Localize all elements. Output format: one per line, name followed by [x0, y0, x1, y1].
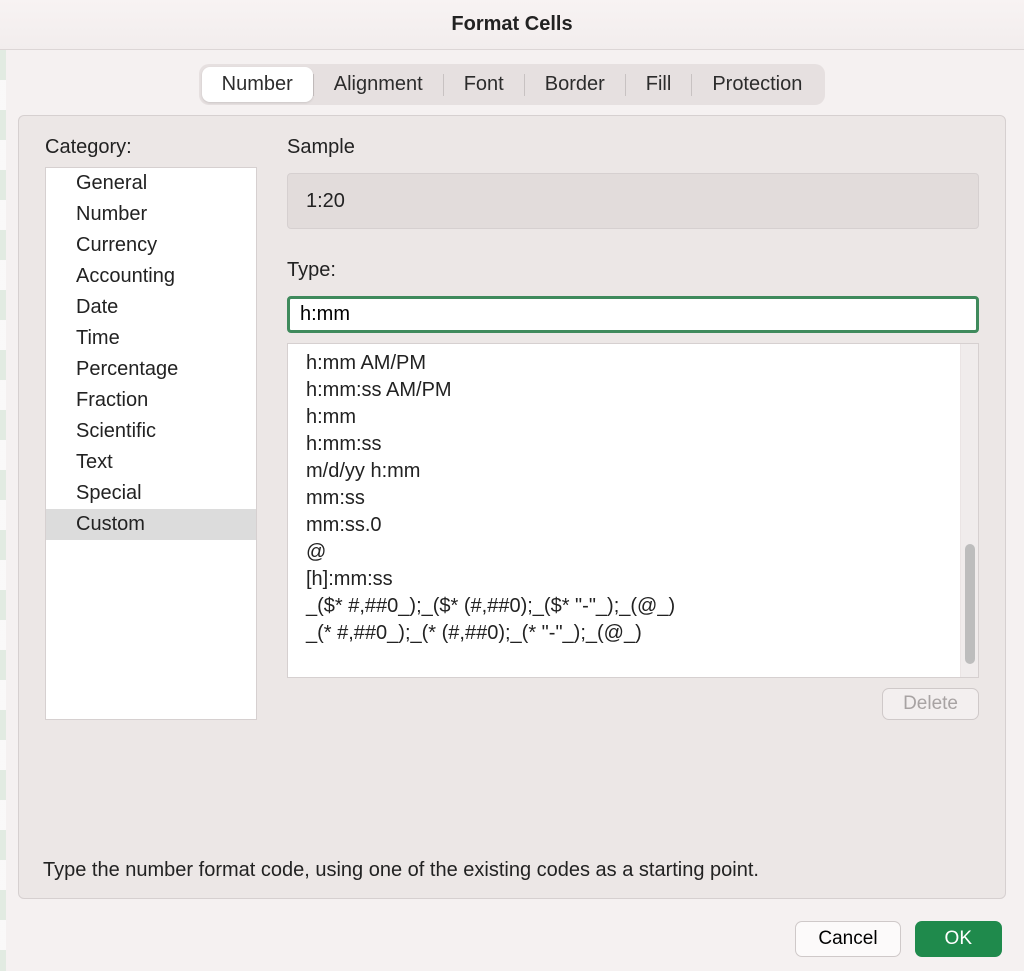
type-input-wrap	[287, 296, 979, 333]
hint-text: Type the number format code, using one o…	[43, 859, 759, 882]
category-item[interactable]: Date	[46, 292, 256, 323]
format-cells-dialog: Format Cells Number Alignment Font Borde…	[0, 0, 1024, 971]
tab-border[interactable]: Border	[525, 67, 625, 102]
dialog-title: Format Cells	[0, 0, 1024, 50]
delete-row: Delete	[287, 688, 979, 720]
format-code-item[interactable]: h:mm:ss AM/PM	[288, 377, 960, 404]
format-list-wrap: h:mm AM/PMh:mm:ss AM/PMh:mmh:mm:ssm/d/yy…	[287, 343, 979, 678]
category-item[interactable]: Accounting	[46, 261, 256, 292]
format-code-item[interactable]: h:mm AM/PM	[288, 350, 960, 377]
format-code-item[interactable]: h:mm	[288, 404, 960, 431]
format-column: Sample 1:20 Type: h:mm AM/PMh:mm:ss AM/P…	[287, 136, 979, 720]
scrollbar-thumb[interactable]	[965, 544, 975, 664]
category-item[interactable]: Special	[46, 478, 256, 509]
left-edge-decor	[0, 50, 6, 971]
category-item[interactable]: Number	[46, 199, 256, 230]
format-code-item[interactable]: @	[288, 539, 960, 566]
format-code-item[interactable]: m/d/yy h:mm	[288, 458, 960, 485]
category-item[interactable]: General	[46, 168, 256, 199]
format-code-item[interactable]: mm:ss.0	[288, 512, 960, 539]
category-item[interactable]: Fraction	[46, 385, 256, 416]
tab-fill[interactable]: Fill	[626, 67, 692, 102]
type-label: Type:	[287, 259, 979, 282]
category-item[interactable]: Custom	[46, 509, 256, 540]
tabstrip: Number Alignment Font Border Fill Protec…	[18, 60, 1006, 105]
format-code-item[interactable]: [h]:mm:ss	[288, 566, 960, 593]
format-code-item[interactable]: h:mm:ss	[288, 431, 960, 458]
category-item[interactable]: Text	[46, 447, 256, 478]
ok-button[interactable]: OK	[915, 921, 1002, 957]
cancel-button[interactable]: Cancel	[795, 921, 900, 957]
category-item[interactable]: Time	[46, 323, 256, 354]
category-list[interactable]: GeneralNumberCurrencyAccountingDateTimeP…	[45, 167, 257, 720]
category-column: Category: GeneralNumberCurrencyAccountin…	[45, 136, 257, 720]
dialog-footer: Cancel OK	[0, 911, 1024, 971]
category-label: Category:	[45, 136, 257, 159]
format-code-item[interactable]: _($* #,##0_);_($* (#,##0);_($* "-"_);_(@…	[288, 593, 960, 620]
panel-columns: Category: GeneralNumberCurrencyAccountin…	[45, 136, 979, 720]
tab-font[interactable]: Font	[444, 67, 524, 102]
dialog-body: Number Alignment Font Border Fill Protec…	[0, 50, 1024, 911]
tab-alignment[interactable]: Alignment	[314, 67, 443, 102]
tab-protection[interactable]: Protection	[692, 67, 822, 102]
category-item[interactable]: Scientific	[46, 416, 256, 447]
format-code-list[interactable]: h:mm AM/PMh:mm:ss AM/PMh:mmh:mm:ssm/d/yy…	[288, 344, 960, 677]
delete-button[interactable]: Delete	[882, 688, 979, 720]
format-code-item[interactable]: mm:ss	[288, 485, 960, 512]
type-input[interactable]	[290, 299, 976, 330]
format-list-scrollbar[interactable]	[960, 344, 978, 677]
number-panel: Category: GeneralNumberCurrencyAccountin…	[18, 115, 1006, 899]
tab-number[interactable]: Number	[202, 67, 313, 102]
category-item[interactable]: Currency	[46, 230, 256, 261]
sample-value: 1:20	[287, 173, 979, 229]
format-code-item[interactable]: _(* #,##0_);_(* (#,##0);_(* "-"_);_(@_)	[288, 620, 960, 647]
category-item[interactable]: Percentage	[46, 354, 256, 385]
sample-label: Sample	[287, 136, 979, 159]
tabstrip-inner: Number Alignment Font Border Fill Protec…	[199, 64, 826, 105]
